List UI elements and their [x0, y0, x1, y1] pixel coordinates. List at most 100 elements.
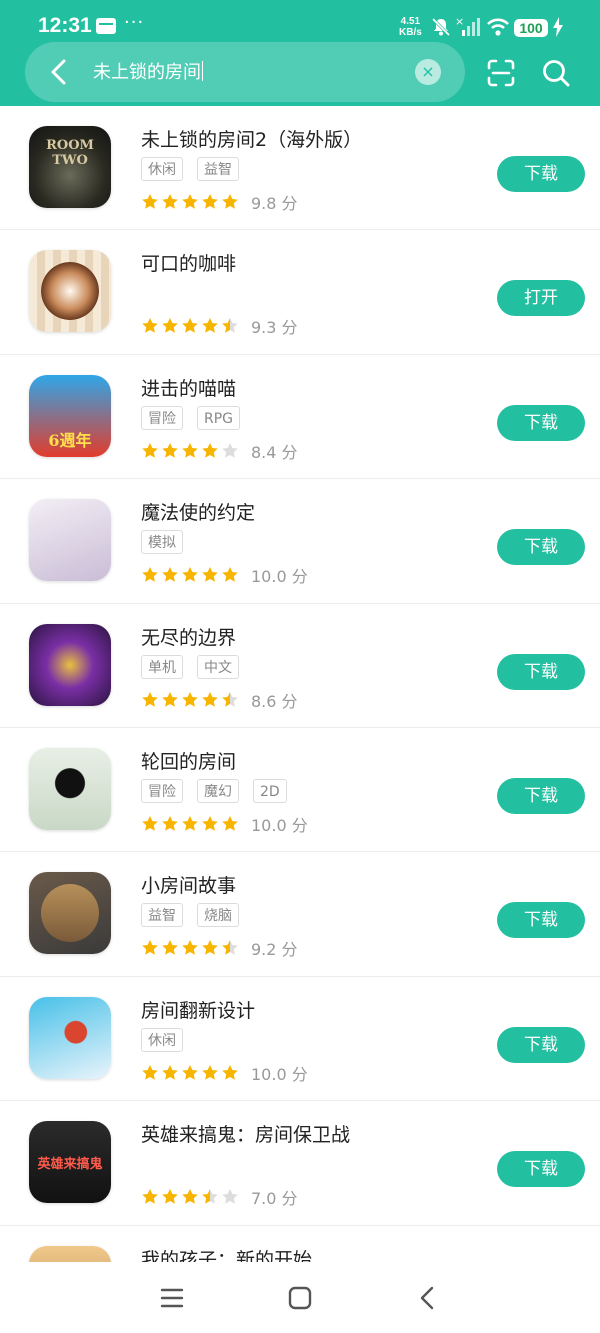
app-icon-artwork	[41, 1008, 99, 1067]
star-icon	[202, 442, 218, 458]
app-rating: 10.0 分	[141, 563, 308, 586]
star-icon	[162, 194, 178, 209]
search-icon[interactable]	[541, 58, 571, 88]
download-button[interactable]: 下载	[497, 653, 585, 690]
star-icon	[182, 567, 198, 582]
app-name[interactable]: 可口的咖啡	[141, 249, 236, 276]
download-button[interactable]: 下载	[497, 156, 585, 192]
star-icon	[142, 194, 158, 209]
wifi-icon	[487, 18, 509, 36]
app-list-item[interactable]: 我的孩子：新的开始	[0, 1226, 600, 1262]
battery-level: 100	[514, 19, 548, 37]
app-rating: 8.4 分	[141, 439, 298, 462]
app-score: 8.4 分	[251, 442, 298, 462]
app-icon-text: 英雄来搞鬼	[37, 1157, 103, 1173]
app-score: 10.0 分	[251, 815, 308, 835]
back-arrow-icon[interactable]	[45, 56, 75, 88]
app-icon[interactable]: 6週年	[29, 374, 111, 457]
clear-search-button[interactable]: ×	[415, 59, 441, 85]
star-icon	[142, 691, 158, 707]
star-icon	[182, 815, 198, 831]
download-button[interactable]: 下载	[497, 777, 585, 814]
status-bar: 12:31 ··· 4.51 KB/s × 100	[0, 0, 600, 44]
star-icon	[182, 1064, 198, 1080]
app-list-item[interactable]: 轮回的房间 冒险 魔幻 2D 10.0 分 下载	[0, 728, 600, 853]
star-icon	[222, 194, 238, 209]
app-list-item[interactable]: 6週年 进击的喵喵冒险 RPG 8.4 分 下载	[0, 355, 600, 480]
app-tag: 模拟	[141, 530, 183, 555]
app-icon[interactable]	[29, 1245, 111, 1262]
menu-icon[interactable]	[158, 1284, 186, 1312]
star-icon	[142, 442, 158, 458]
app-name[interactable]: 进击的喵喵	[141, 374, 236, 401]
app-name[interactable]: 英雄来搞鬼：房间保卫战	[141, 1120, 350, 1147]
app-icon[interactable]	[29, 996, 111, 1079]
star-icon	[162, 1064, 178, 1080]
app-icon[interactable]	[29, 872, 111, 955]
search-results-list: ROOM TWO 未上锁的房间2（海外版） 休闲 益智 9.8 分下载 可口的咖啡 9.3 …	[0, 106, 600, 1262]
app-rating: 9.3 分	[141, 314, 298, 337]
app-score: 9.2 分	[251, 940, 298, 960]
scan-icon[interactable]	[486, 58, 516, 88]
app-tags: 冒险 RPG	[141, 405, 254, 432]
star-icon	[182, 318, 198, 334]
search-input[interactable]: 未上锁的房间	[93, 58, 203, 84]
star-icon	[142, 1189, 158, 1204]
star-icon	[222, 567, 238, 582]
app-list-item[interactable]: ROOM TWO 未上锁的房间2（海外版） 休闲 益智 9.8 分 下载	[0, 106, 600, 231]
star-icon	[222, 815, 238, 831]
star-icon	[222, 442, 238, 458]
header: 12:31 ··· 4.51 KB/s × 100 未上锁的房间 ×	[0, 0, 600, 106]
app-name[interactable]: 魔法使的约定	[141, 498, 255, 525]
download-button[interactable]: 下载	[497, 902, 585, 939]
app-icon[interactable]	[29, 747, 111, 830]
app-name[interactable]: 轮回的房间	[141, 747, 236, 774]
home-icon[interactable]	[286, 1284, 314, 1312]
app-icon[interactable]	[29, 250, 111, 333]
app-list-item[interactable]: 房间翻新设计 休闲 10.0 分 下载	[0, 977, 600, 1102]
app-icon[interactable]: 英雄来搞鬼	[29, 1121, 111, 1204]
mute-notification-icon	[431, 17, 451, 37]
app-tags: 模拟	[141, 530, 197, 556]
app-list-item[interactable]: 无尽的边界 单机 中文 8.6 分 下载	[0, 604, 600, 728]
app-tag: 冒险	[141, 778, 183, 803]
star-icon	[222, 1064, 238, 1080]
app-list-item[interactable]: 魔法使的约定 模拟 10.0 分 下载	[0, 479, 600, 604]
star-icon	[182, 442, 198, 458]
app-score: 10.0 分	[251, 1064, 308, 1084]
app-icon[interactable]: ROOM TWO	[29, 126, 111, 208]
app-icon[interactable]	[29, 623, 111, 706]
download-button[interactable]: 下载	[497, 1026, 585, 1063]
open-button[interactable]: 打开	[497, 280, 585, 317]
app-tag: 冒险	[141, 405, 183, 430]
star-icon	[142, 1064, 158, 1080]
app-name[interactable]: 无尽的边界	[141, 623, 236, 650]
download-button[interactable]: 下载	[497, 1151, 585, 1188]
download-button[interactable]: 下载	[497, 529, 585, 566]
back-icon[interactable]	[414, 1284, 442, 1312]
charging-icon	[553, 17, 563, 37]
star-icon	[162, 442, 178, 458]
star-icon	[202, 815, 218, 831]
star-icon	[162, 815, 178, 831]
star-icon	[162, 567, 178, 582]
network-speed-value: 4.51	[400, 16, 421, 27]
text-cursor	[202, 61, 203, 81]
app-name[interactable]: 小房间故事	[141, 871, 236, 898]
app-name[interactable]: 房间翻新设计	[141, 996, 255, 1023]
app-name[interactable]: 未上锁的房间2（海外版）	[141, 125, 362, 152]
app-list-item[interactable]: 可口的咖啡 9.3 分 打开	[0, 230, 600, 355]
star-icon	[222, 1189, 238, 1204]
app-tag: 休闲	[141, 157, 183, 181]
app-list-item[interactable]: 小房间故事 益智 烧脑 9.2 分 下载	[0, 852, 600, 977]
status-time: 12:31	[38, 14, 92, 37]
app-name[interactable]: 我的孩子：新的开始	[141, 1245, 312, 1262]
star-icon	[222, 318, 238, 334]
star-icon	[182, 691, 198, 707]
star-icon	[202, 318, 218, 334]
app-icon[interactable]	[29, 499, 111, 582]
app-list-item[interactable]: 英雄来搞鬼 英雄来搞鬼：房间保卫战 7.0 分 下载	[0, 1101, 600, 1226]
app-icon-artwork	[41, 884, 99, 943]
search-query-text: 未上锁的房间	[93, 62, 201, 83]
download-button[interactable]: 下载	[497, 404, 585, 441]
